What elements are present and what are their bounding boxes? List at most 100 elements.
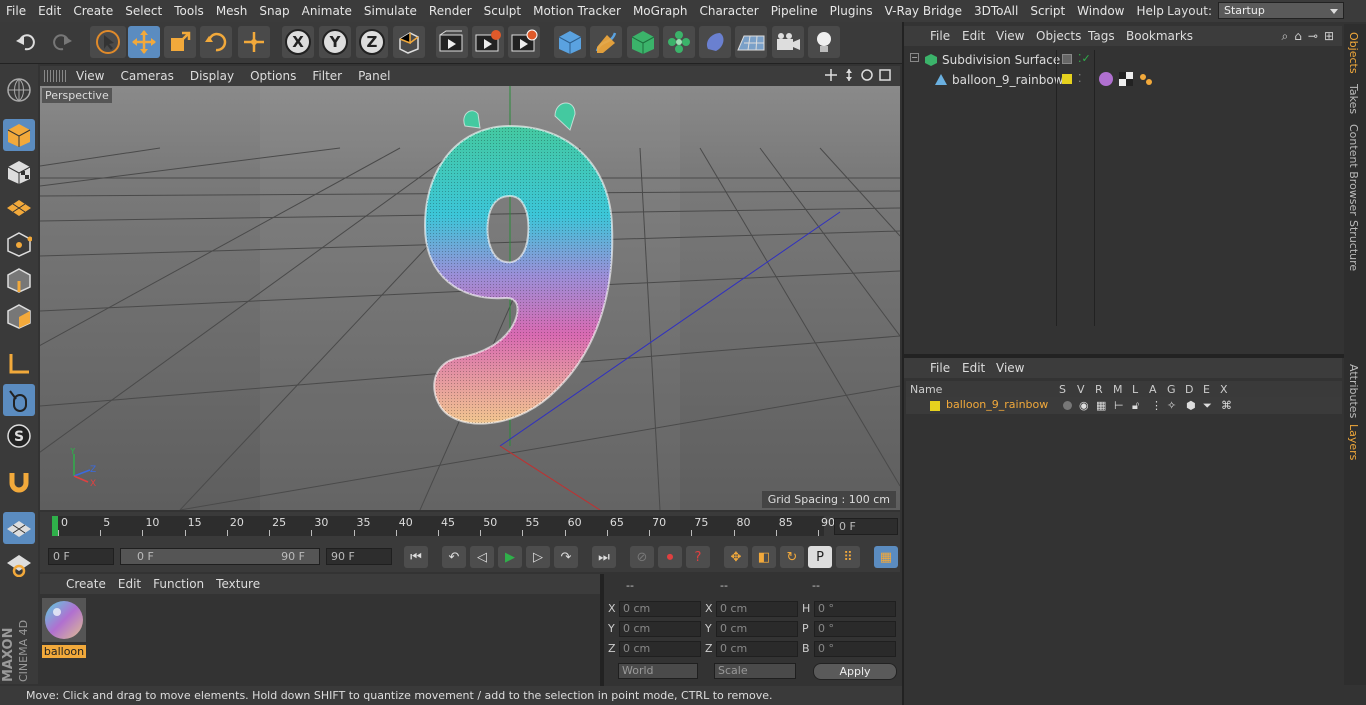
col-xrefs[interactable]: X — [1220, 383, 1228, 396]
move-all-icon[interactable] — [238, 26, 270, 58]
material-menu-function[interactable]: Function — [147, 577, 210, 591]
timeline[interactable]: 0 5 10 15 20 25 30 35 40 45 50 55 60 65 70 75 80 85 90 0 F — [40, 512, 900, 542]
layer-menu-edit[interactable]: Edit — [962, 361, 985, 375]
viewport-pan-icon[interactable] — [824, 68, 838, 82]
next-frame-icon[interactable]: ▷ — [526, 546, 550, 568]
layer-color-icon[interactable] — [1062, 74, 1072, 84]
coordinate-mode-dropdown[interactable]: World — [618, 663, 698, 679]
col-solo[interactable]: S — [1059, 383, 1066, 396]
position-y-field[interactable]: 0 cm — [619, 621, 701, 637]
viewport-maximize-icon[interactable] — [878, 68, 892, 82]
obj-menu-file[interactable]: File — [930, 29, 950, 43]
workplane-lock-icon[interactable] — [3, 512, 35, 544]
viewport-menu-filter[interactable]: Filter — [304, 69, 350, 83]
deformer-icon[interactable] — [699, 26, 731, 58]
col-animation[interactable]: A — [1149, 383, 1157, 396]
layer-generator-icon[interactable]: ✧ — [1167, 399, 1176, 412]
floor-icon[interactable] — [735, 26, 767, 58]
light-icon[interactable] — [808, 26, 840, 58]
z-axis-icon[interactable]: Z — [356, 26, 388, 58]
go-to-start-icon[interactable]: ⏮ — [404, 546, 428, 568]
menu-file[interactable]: File — [0, 4, 32, 18]
cloner-icon[interactable] — [663, 26, 695, 58]
layer-deformer-icon[interactable]: ⬢ — [1186, 399, 1196, 412]
layer-row-balloon[interactable]: balloon_9_rainbow ◉ ▦ ⊢ 🔓︎ ⋮ ✧ ⬢ ⏷ ⌘ — [906, 397, 1342, 414]
home-icon[interactable]: ⌂ — [1294, 29, 1302, 44]
apply-button[interactable]: Apply — [813, 663, 897, 680]
render-picture-queue-icon[interactable] — [472, 26, 504, 58]
autokey-icon[interactable]: ⏺ — [658, 546, 682, 568]
material-menu-create[interactable]: Create — [60, 577, 112, 591]
menu-3dtoall[interactable]: 3DToAll — [968, 4, 1024, 18]
menu-simulate[interactable]: Simulate — [358, 4, 423, 18]
keyframe-selection-icon[interactable]: ? — [686, 546, 710, 568]
next-key-icon[interactable]: ↷ — [554, 546, 578, 568]
layer-menu-view[interactable]: View — [996, 361, 1024, 375]
menu-animate[interactable]: Animate — [296, 4, 358, 18]
menu-pipeline[interactable]: Pipeline — [765, 4, 824, 18]
size-x-field[interactable]: 0 cm — [716, 601, 798, 617]
layer-slot-icon[interactable] — [1062, 54, 1072, 64]
rotation-h-field[interactable]: 0 ° — [814, 601, 896, 617]
material-tag-icon[interactable] — [1098, 71, 1114, 87]
redo-icon[interactable] — [46, 26, 78, 58]
snap-magnet-icon[interactable] — [3, 466, 35, 498]
object-name-balloon[interactable]: balloon_9_rainbow — [952, 73, 1064, 87]
viewport-zoom-icon[interactable] — [842, 68, 856, 82]
position-z-field[interactable]: 0 cm — [619, 641, 701, 657]
layer-lock-icon[interactable]: 🔓︎ — [1132, 399, 1139, 413]
layer-color-swatch[interactable] — [930, 401, 940, 411]
obj-menu-objects[interactable]: Objects — [1036, 29, 1081, 43]
rotation-p-field[interactable]: 0 ° — [814, 621, 896, 637]
menu-snap[interactable]: Snap — [253, 4, 295, 18]
col-view[interactable]: V — [1077, 383, 1085, 396]
size-z-field[interactable]: 0 cm — [716, 641, 798, 657]
layer-expression-icon[interactable]: ⏷ — [1203, 399, 1212, 413]
go-to-end-icon[interactable]: ⏭ — [592, 546, 616, 568]
visibility-dots-icon[interactable]: ⁚ — [1078, 72, 1082, 85]
camera-icon[interactable] — [772, 26, 804, 58]
col-manager[interactable]: M — [1113, 383, 1123, 396]
menu-tools[interactable]: Tools — [168, 4, 210, 18]
previous-key-icon[interactable]: ↶ — [442, 546, 466, 568]
menu-window[interactable]: Window — [1071, 4, 1130, 18]
menu-script[interactable]: Script — [1024, 4, 1071, 18]
make-editable-icon[interactable] — [3, 74, 35, 106]
layer-animation-icon[interactable]: ⋮ — [1151, 399, 1162, 412]
play-icon[interactable]: ▶ — [498, 546, 522, 568]
material-swatch[interactable]: balloon — [42, 598, 86, 658]
pen-icon[interactable] — [590, 26, 622, 58]
scale-mode-dropdown[interactable]: Scale — [714, 663, 796, 679]
col-locked[interactable]: L — [1132, 383, 1138, 396]
tab-structure[interactable]: Structure — [1347, 220, 1360, 271]
3d-viewport[interactable]: Perspective Y Z X Grid Spacing : 100 cm — [40, 86, 900, 510]
cube-icon[interactable] — [554, 26, 586, 58]
material-name-label[interactable]: balloon — [42, 645, 86, 658]
timeline-window-icon[interactable]: ▦ — [874, 546, 898, 568]
current-frame-field[interactable]: 0 F — [834, 518, 898, 535]
material-menu-texture[interactable]: Texture — [210, 577, 266, 591]
viewport-rotate-icon[interactable] — [860, 68, 874, 82]
size-y-field[interactable]: 0 cm — [716, 621, 798, 637]
viewport-menu-panel[interactable]: Panel — [350, 69, 398, 83]
col-generators[interactable]: G — [1167, 383, 1176, 396]
uvw-tag-icon[interactable] — [1119, 72, 1133, 86]
x-axis-icon[interactable]: X — [282, 26, 314, 58]
edges-mode-icon[interactable] — [3, 264, 35, 296]
previous-frame-icon[interactable]: ◁ — [470, 546, 494, 568]
layer-render-icon[interactable]: ▦ — [1096, 399, 1106, 412]
solo-icon[interactable]: S — [3, 420, 35, 452]
menu-select[interactable]: Select — [119, 4, 168, 18]
tab-attributes[interactable]: Attributes — [1347, 364, 1360, 418]
undo-icon[interactable] — [10, 26, 42, 58]
object-row-subdivision[interactable]: − Subdivision Surface ⁚✓ — [906, 50, 1340, 70]
model-mode-icon[interactable] — [3, 119, 35, 151]
axis-mode-icon[interactable] — [3, 348, 35, 380]
key-pla-icon[interactable]: ⠿ — [836, 546, 860, 568]
object-name-subdivision[interactable]: Subdivision Surface — [942, 53, 1060, 67]
phong-tag-icon[interactable] — [1138, 72, 1154, 86]
layout-select[interactable]: Startup — [1218, 2, 1344, 19]
texture-mode-icon[interactable] — [3, 156, 35, 188]
select-arrow-icon[interactable] — [90, 26, 126, 58]
layer-visible-icon[interactable]: ◉ — [1079, 399, 1089, 412]
